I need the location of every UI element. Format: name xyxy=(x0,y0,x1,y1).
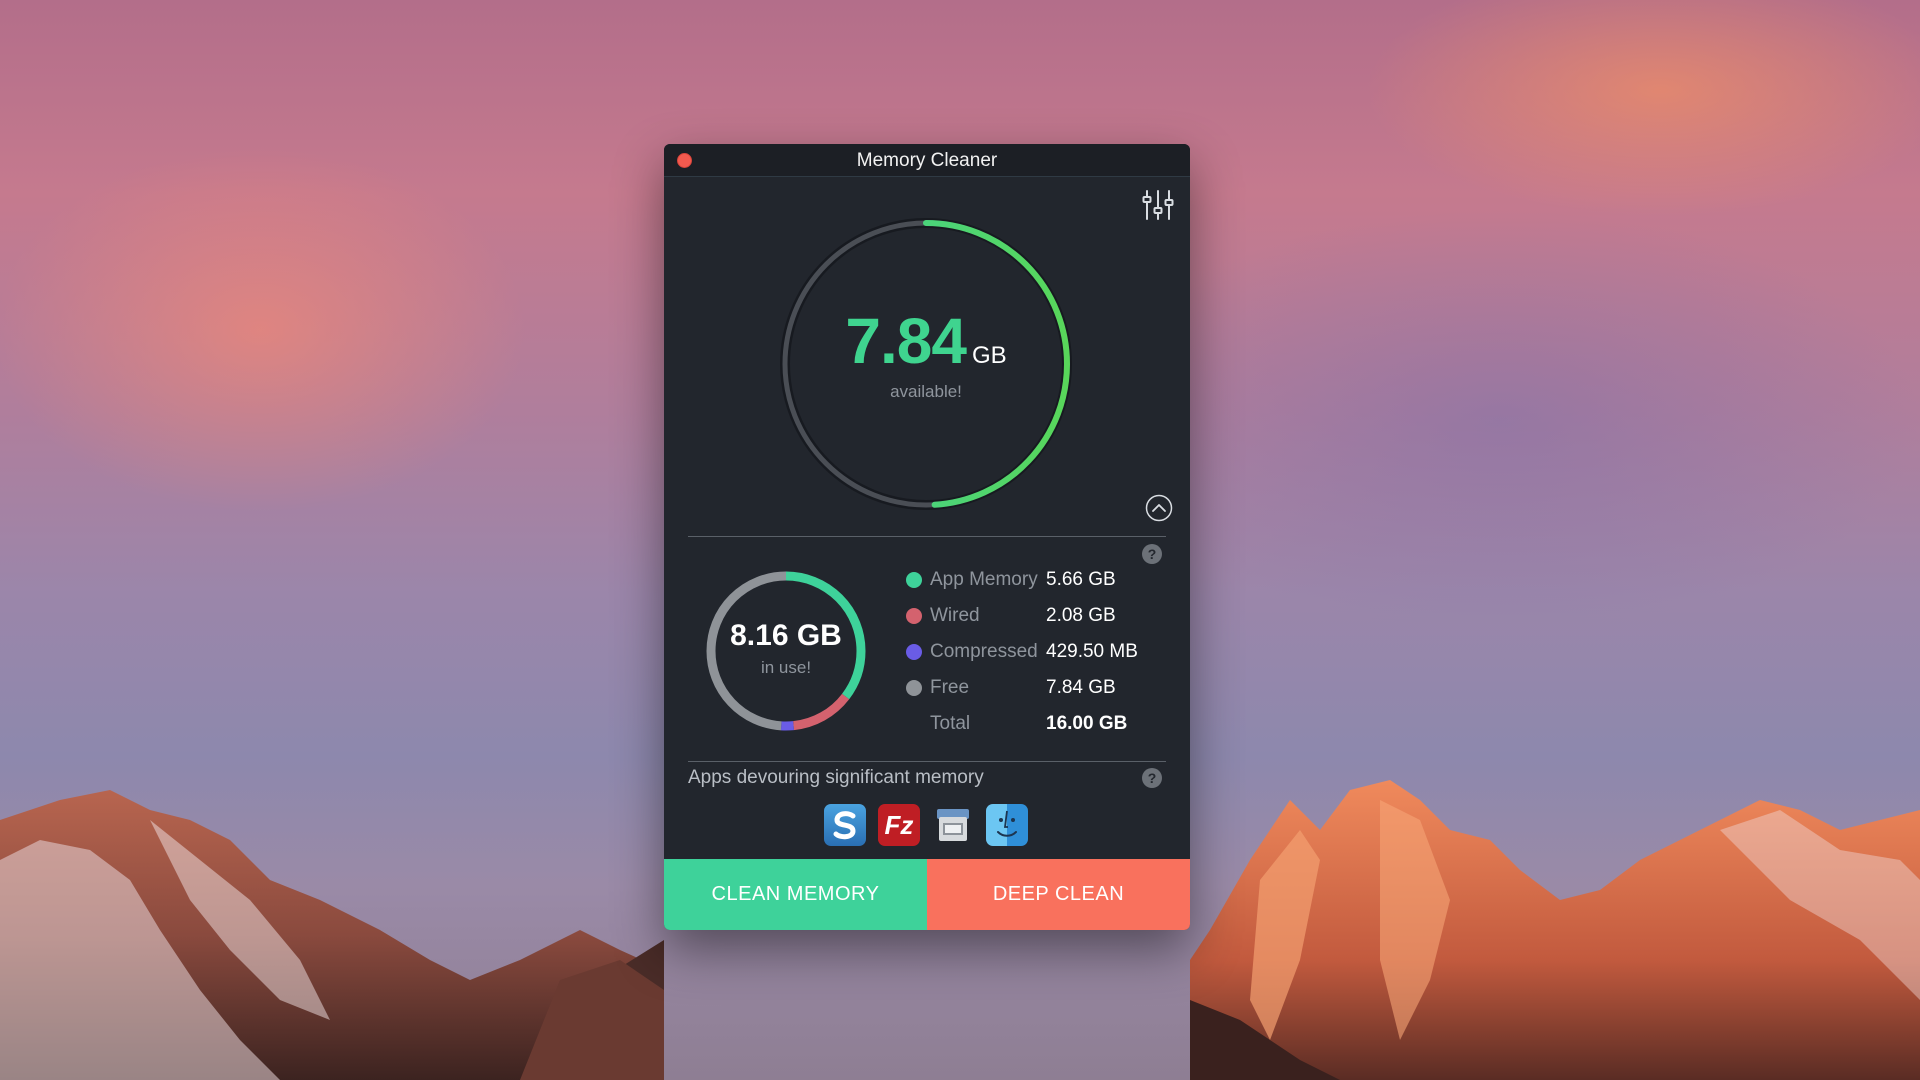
legend-value: 429.50 MB xyxy=(1046,641,1138,662)
available-number: 7.84 xyxy=(845,305,967,377)
free-dot xyxy=(906,680,922,696)
legend-row-total: Total 16.00 GB xyxy=(906,706,1176,742)
filezilla-text: Fz xyxy=(884,809,914,840)
legend-row-compressed: Compressed 429.50 MB xyxy=(906,634,1176,670)
divider-top xyxy=(688,536,1166,537)
deep-clean-button[interactable]: DEEP CLEAN xyxy=(927,859,1190,930)
app-memory-dot xyxy=(906,572,922,588)
filezilla-icon[interactable]: Fz xyxy=(878,804,920,846)
legend-label: Free xyxy=(930,677,970,698)
legend-row-app-memory: App Memory 5.66 GB xyxy=(906,562,1176,598)
available-caption: available! xyxy=(890,382,962,401)
legend-row-wired: Wired 2.08 GB xyxy=(906,598,1176,634)
legend-value: 2.08 GB xyxy=(1046,605,1116,626)
chevron-up-icon[interactable] xyxy=(1145,494,1173,522)
title-bar: Memory Cleaner xyxy=(664,144,1190,177)
available-value: 7.84 GB xyxy=(776,304,1076,378)
apps-section-label: Apps devouring significant memory xyxy=(688,767,984,788)
finder-icon[interactable] xyxy=(986,804,1028,846)
in-use-value: 8.16 GB xyxy=(730,619,842,652)
window-title: Memory Cleaner xyxy=(856,150,998,171)
legend-label: Compressed xyxy=(930,641,1038,662)
desktop-wallpaper: Memory Cleaner 7.84 GB available! ? 8.16… xyxy=(0,0,1920,1080)
legend-label: App Memory xyxy=(930,569,1038,590)
legend-label: Wired xyxy=(930,605,980,626)
clean-memory-button[interactable]: CLEAN MEMORY xyxy=(664,859,927,930)
wired-dot xyxy=(906,608,922,624)
memory-cleaner-window: Memory Cleaner 7.84 GB available! ? 8.16… xyxy=(664,144,1190,930)
legend-value: 5.66 GB xyxy=(1046,569,1116,590)
memory-hungry-apps: Fz xyxy=(824,804,1030,846)
total-value: 16.00 GB xyxy=(1046,713,1128,734)
legend-value: 7.84 GB xyxy=(1046,677,1116,698)
compressed-dot xyxy=(906,644,922,660)
legend-row-free: Free 7.84 GB xyxy=(906,670,1176,706)
settings-sliders-icon[interactable] xyxy=(1142,188,1174,222)
help-icon[interactable]: ? xyxy=(1142,768,1162,788)
help-icon[interactable]: ? xyxy=(1142,544,1162,564)
memory-breakdown-legend: App Memory 5.66 GB Wired 2.08 GB Compres… xyxy=(906,562,1176,742)
total-label: Total xyxy=(930,713,971,734)
in-use-caption: in use! xyxy=(760,658,812,677)
simplenote-icon[interactable] xyxy=(824,804,866,846)
divider-bottom xyxy=(688,761,1166,762)
available-unit: GB xyxy=(971,342,1007,369)
preview-icon[interactable] xyxy=(932,804,974,846)
